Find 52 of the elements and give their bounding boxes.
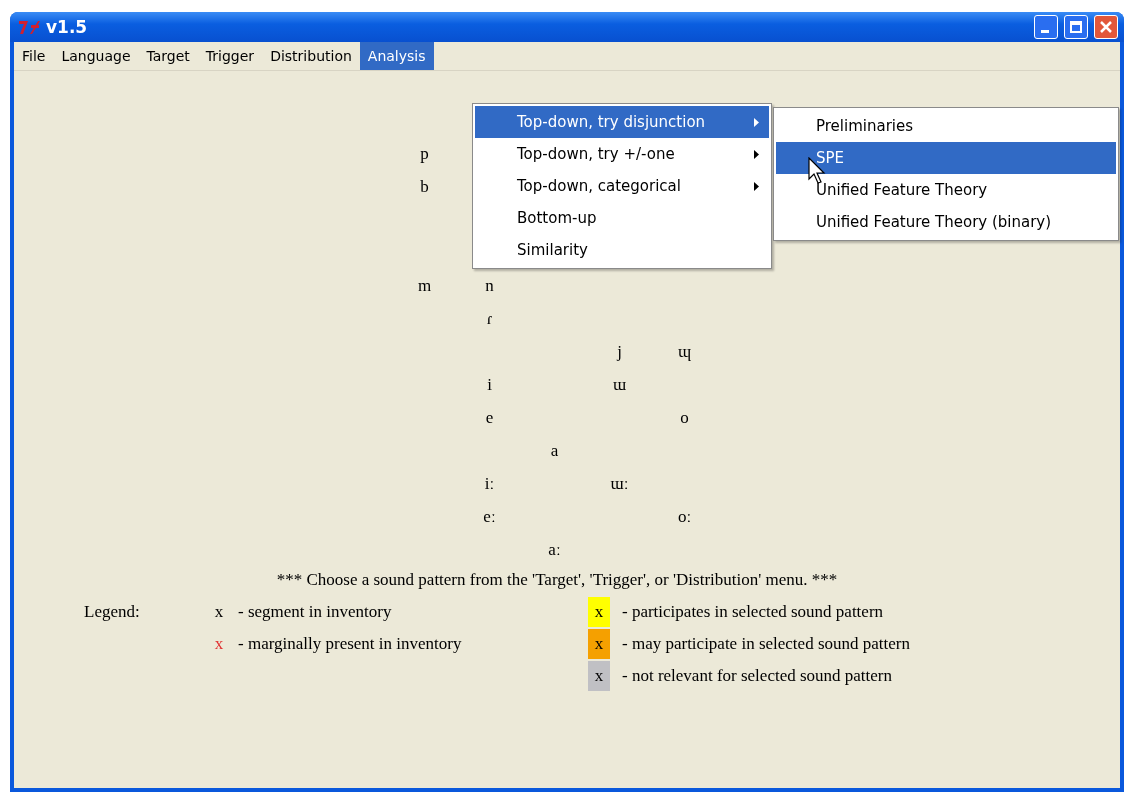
segment-symbol: a	[550, 440, 559, 461]
segment-symbol: iː	[484, 473, 495, 494]
segment-symbol: ɾ	[486, 308, 493, 329]
close-icon	[1100, 21, 1112, 33]
legend-swatch: x	[588, 597, 610, 627]
legend-label: Legend:	[84, 602, 141, 622]
menu-item[interactable]: Top-down, try disjunction	[475, 106, 769, 138]
minimize-button[interactable]	[1034, 15, 1058, 39]
menu-item[interactable]: Trigger	[197, 42, 263, 70]
close-button[interactable]	[1094, 15, 1118, 39]
legend-text: - marginally present in inventory	[237, 634, 463, 654]
menu-item[interactable]: Distribution	[262, 42, 360, 70]
legend-text: - segment in inventory	[237, 602, 393, 622]
menu-item[interactable]: Analysis	[359, 42, 434, 70]
legend-text: - not relevant for selected sound pattern	[621, 666, 893, 686]
maximize-button[interactable]	[1064, 15, 1088, 39]
segment-symbol: o	[680, 407, 689, 428]
segment-symbol: ɯ	[612, 374, 627, 395]
segment-symbol: e	[485, 407, 494, 428]
segment-symbol: ɯː	[610, 473, 629, 494]
app-logo-icon	[18, 19, 40, 35]
menu-item[interactable]: Unified Feature Theory	[776, 174, 1116, 206]
menu-item[interactable]: Similarity	[475, 234, 769, 266]
legend-swatch: x	[588, 661, 610, 691]
maximize-icon	[1070, 21, 1082, 33]
segment-symbol: n	[485, 275, 494, 296]
menu-item[interactable]: Unified Feature Theory (binary)	[776, 206, 1116, 238]
menu-item[interactable]: Bottom-up	[475, 202, 769, 234]
menu-item[interactable]: Language	[53, 42, 139, 70]
legend-mark: x	[214, 634, 224, 654]
segment-symbol: j	[617, 341, 622, 362]
segment-symbol: eː	[483, 506, 496, 527]
segment-symbol: b	[420, 176, 429, 197]
segment-symbol: aː	[548, 539, 561, 560]
segment-symbol: i	[487, 374, 492, 395]
legend-swatch: x	[588, 629, 610, 659]
legend-text: - participates in selected sound pattern	[621, 602, 885, 622]
instruction-message: *** Choose a sound pattern from the 'Target', 'Trigger', or 'Distribution' menu. ***	[275, 570, 839, 590]
minimize-icon	[1040, 29, 1049, 33]
segment-symbol: oː	[677, 506, 692, 527]
window-title: v1.5	[46, 17, 89, 37]
segment-symbol: ɰ	[677, 341, 692, 362]
menu-item[interactable]: Top-down, try +/-one	[475, 138, 769, 170]
menu-item[interactable]: Target	[138, 42, 198, 70]
menu-item[interactable]: Top-down, categorical	[475, 170, 769, 202]
menu-item[interactable]: SPE	[776, 142, 1116, 174]
segment-symbol: p	[420, 143, 429, 164]
segment-symbol: m	[417, 275, 432, 296]
menu-item[interactable]: File	[14, 42, 54, 70]
menu-item[interactable]: Preliminaries	[776, 110, 1116, 142]
legend-mark: x	[214, 602, 224, 622]
legend-text: - may participate in selected sound pattern	[621, 634, 911, 654]
